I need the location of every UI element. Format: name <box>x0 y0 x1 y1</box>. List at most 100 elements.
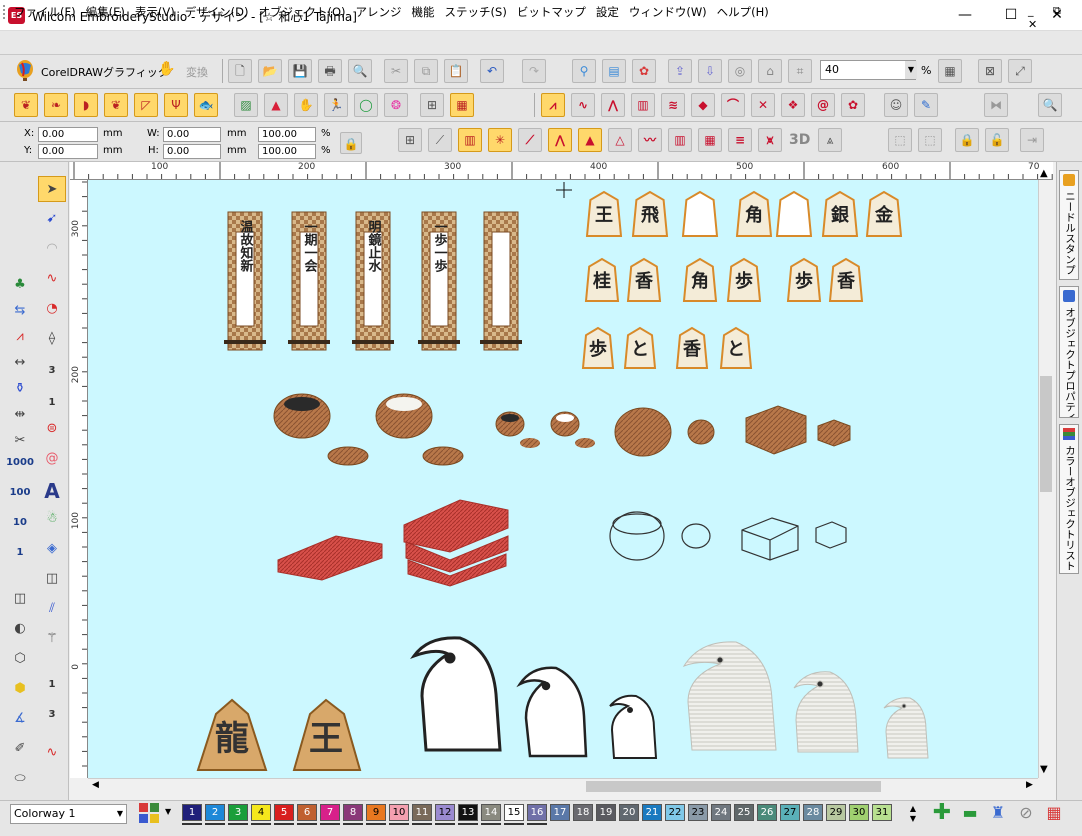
coreldraw-balloon-icon[interactable] <box>14 59 36 83</box>
copy-icon[interactable]: ⧉ <box>414 59 438 83</box>
new-file-icon[interactable]: 🗋 <box>228 59 252 83</box>
color-settings-icon[interactable]: ▦ <box>1042 802 1066 824</box>
menu-arrange[interactable]: アレンジ <box>356 4 402 20</box>
tool-ellipse-icon[interactable]: ⬭ <box>6 766 34 792</box>
paste-icon[interactable]: 📋 <box>444 59 468 83</box>
wand-tool-icon[interactable]: ⚚ <box>38 626 66 652</box>
palette-swatch-6[interactable]: 6 <box>297 804 317 821</box>
palette-swatch-18[interactable]: 18 <box>573 804 593 821</box>
palette-swatch-26[interactable]: 26 <box>757 804 777 821</box>
menu-window[interactable]: ウィンドウ(W) <box>629 4 707 20</box>
tool-hexagon-icon[interactable]: ⬡ <box>6 646 34 672</box>
palette-swatch-10[interactable]: 10 <box>389 804 409 821</box>
undo-icon[interactable]: ↶ <box>480 59 504 83</box>
effect-grid-icon[interactable]: ⊞ <box>398 128 422 152</box>
add-color-icon[interactable]: ✚ <box>930 802 954 824</box>
diamond-stitch-icon[interactable]: ◆ <box>691 93 715 117</box>
palette-swatch-24[interactable]: 24 <box>711 804 731 821</box>
menu-object[interactable]: オブジェクト(O) <box>259 4 346 20</box>
palette-swatch-7[interactable]: 7 <box>320 804 340 821</box>
palette-swatch-12[interactable]: 12 <box>435 804 455 821</box>
red-wave-tool-icon[interactable]: ∿ <box>38 740 66 766</box>
monogram-icon[interactable]: ◈ <box>38 536 66 562</box>
cross-stitch-icon[interactable]: ✕ <box>751 93 775 117</box>
bird-stitched-large[interactable] <box>682 641 777 751</box>
bird-stitched-medium[interactable] <box>793 671 859 753</box>
palette-swatch-16[interactable]: 16 <box>527 804 547 821</box>
width-field[interactable]: 0.00 <box>163 127 221 142</box>
menu-view[interactable]: 表示(V) <box>135 4 175 20</box>
bird-outline-small[interactable] <box>609 694 658 759</box>
palette-swatch-30[interactable]: 30 <box>849 804 869 821</box>
stripe-effect-icon[interactable]: ≡ <box>728 128 752 152</box>
machine-format-icon[interactable]: ⇩ <box>698 59 722 83</box>
color-balls-icon[interactable]: ❂ <box>384 93 408 117</box>
motif-stitch-icon[interactable]: ❖ <box>781 93 805 117</box>
wave-tool-icon[interactable]: ∿ <box>38 266 66 292</box>
palette-swatch-25[interactable]: 25 <box>734 804 754 821</box>
bird-stitched-small[interactable] <box>883 697 929 759</box>
tool-angle-icon[interactable]: ∡ <box>6 706 34 732</box>
palette-swatch-31[interactable]: 31 <box>872 804 892 821</box>
palette-swatch-1[interactable]: 1 <box>182 804 202 821</box>
palette-spin-buttons[interactable]: ▲ ▼ <box>906 804 920 824</box>
fish-icon[interactable]: 🐟 <box>194 93 218 117</box>
palette-swatch-28[interactable]: 28 <box>803 804 823 821</box>
angle-effect-icon[interactable]: ✳ <box>488 128 512 152</box>
thread-chart-icon[interactable]: ♜ <box>986 802 1010 824</box>
red-cushion-stack[interactable] <box>403 499 509 587</box>
remove-color-icon[interactable]: ▬ <box>958 802 982 824</box>
palette-swatch-15[interactable]: 15 <box>504 804 524 821</box>
tool-split-icon[interactable]: ⇹ <box>6 402 34 428</box>
frame-tool-icon[interactable]: ◫ <box>38 566 66 592</box>
table-grid-icon[interactable]: ⊞ <box>420 93 444 117</box>
comb-effect-icon[interactable]: ▥ <box>668 128 692 152</box>
parallel-lines-icon[interactable]: ⫽ <box>38 596 66 622</box>
shogi-top-4[interactable] <box>775 190 813 237</box>
fan-tool-icon[interactable]: ◠ <box>38 236 66 262</box>
tool-bottle-icon[interactable]: ⚱ <box>6 376 34 402</box>
shapes-icon[interactable]: ▲ <box>264 93 288 117</box>
mirror-icon[interactable]: ⧓ <box>984 93 1008 117</box>
triangle-path-icon[interactable]: ◸ <box>134 93 158 117</box>
palette-swatch-23[interactable]: 23 <box>688 804 708 821</box>
tab-needle-stamp[interactable]: ニードルスタンプ <box>1059 170 1079 280</box>
palette-swatch-11[interactable]: 11 <box>412 804 432 821</box>
stripes-ball-icon[interactable]: ⊜ <box>38 416 66 442</box>
x-position-field[interactable]: 0.00 <box>38 127 98 142</box>
production-worksheet-icon[interactable]: ⌂ <box>758 59 782 83</box>
properties-icon[interactable]: ▦ <box>938 59 962 83</box>
align-icon[interactable]: ⇥ <box>1020 128 1044 152</box>
wave-stitch-icon[interactable]: ∿ <box>571 93 595 117</box>
menu-edit[interactable]: 編集(E) <box>86 4 125 20</box>
menu-file[interactable]: ファイル(F) <box>14 4 76 20</box>
reshape-tool-icon[interactable]: ➹ <box>38 206 66 232</box>
tool-tree-icon[interactable]: ♣ <box>6 272 34 298</box>
tool-zigzag-icon[interactable]: ⩘ <box>6 324 34 350</box>
mdi-window-controls[interactable]: _ ⧉ ✕ <box>1028 4 1082 31</box>
save-icon[interactable]: 💾 <box>288 59 312 83</box>
tool-stitch-1[interactable]: 1 <box>6 540 34 566</box>
colorway-dropdown-arrow[interactable]: ▼ <box>114 805 126 823</box>
go-stone-boxes[interactable] <box>745 405 851 455</box>
triangle-outline-icon[interactable]: △ <box>608 128 632 152</box>
hand-stamp-icon[interactable]: ✋ <box>294 93 318 117</box>
trident-icon[interactable]: Ψ <box>164 93 188 117</box>
team-names-icon[interactable]: ☃ <box>38 506 66 532</box>
coreldraw-graphics-button[interactable]: CorelDRAWグラフィック <box>41 64 169 80</box>
bird-outline-medium[interactable] <box>516 666 588 758</box>
tab-object-properties[interactable]: オブジェクトプロパティ <box>1059 286 1079 418</box>
horizontal-scroll-thumb[interactable] <box>586 781 881 792</box>
tatami-stitch-icon[interactable]: ≋ <box>661 93 685 117</box>
palette-swatch-27[interactable]: 27 <box>780 804 800 821</box>
color-grid-icon[interactable] <box>138 802 160 824</box>
stitch-player-icon[interactable]: ⚲ <box>572 59 596 83</box>
menu-help[interactable]: ヘルプ(H) <box>717 4 769 20</box>
palette-swatch-21[interactable]: 21 <box>642 804 662 821</box>
tool-node-icon[interactable]: ⇆ <box>6 298 34 324</box>
tool-appliqué-icon[interactable]: ◫ <box>6 586 34 612</box>
picture-icon[interactable]: ▨ <box>234 93 258 117</box>
feather-icon[interactable]: ❧ <box>44 93 68 117</box>
print-preview-icon[interactable]: 🔍 <box>348 59 372 83</box>
zigzag-stitch-icon[interactable]: ⩘ <box>541 93 565 117</box>
